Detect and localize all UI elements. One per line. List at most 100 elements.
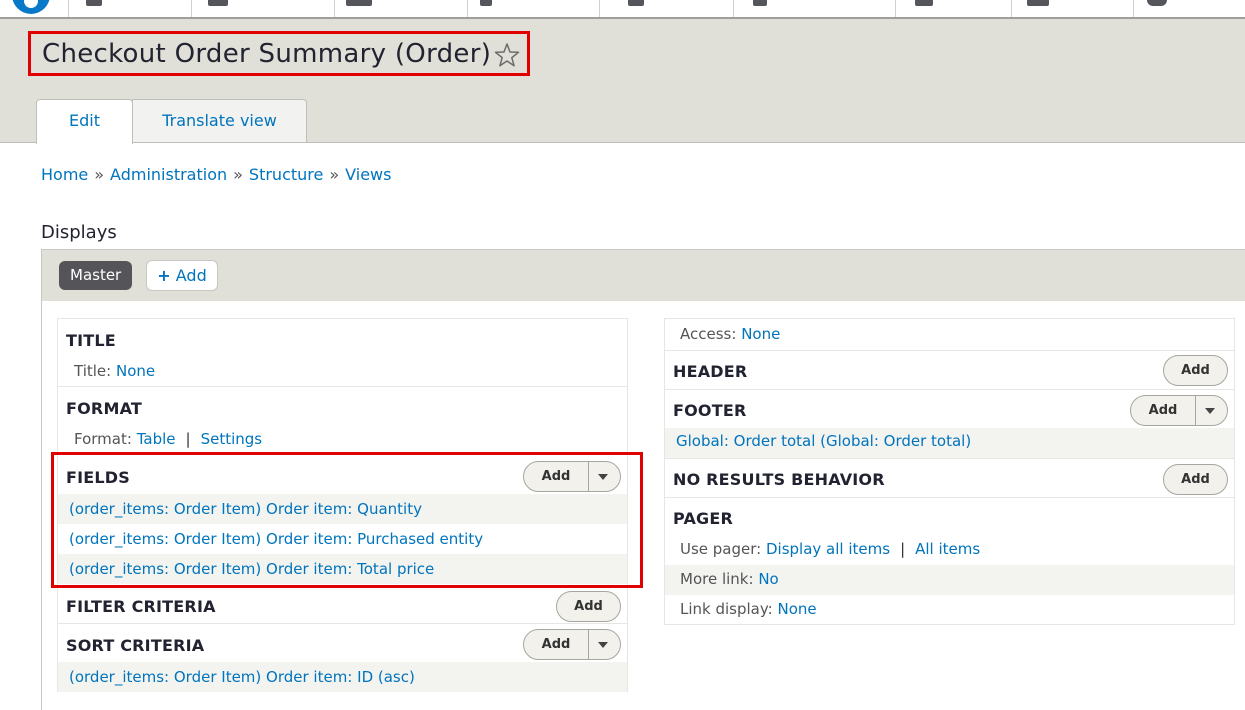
- no-results-add-button[interactable]: Add: [1163, 464, 1228, 495]
- footer-add-button[interactable]: Add: [1130, 395, 1228, 426]
- footer-link-order-total[interactable]: Global: Order total (Global: Order total…: [676, 432, 971, 450]
- pager-separator: |: [900, 540, 906, 558]
- appearance-icon[interactable]: [480, 0, 492, 6]
- page-header: Checkout Order Summary (Order) Edit Tran…: [0, 19, 1245, 144]
- format-separator: |: [185, 430, 191, 448]
- footer-add-label[interactable]: Add: [1131, 396, 1195, 425]
- toolbar-divider: [334, 0, 335, 17]
- caret-down-icon[interactable]: [598, 474, 608, 480]
- toolbar-divider: [68, 0, 69, 17]
- toolbar-divider: [191, 0, 192, 17]
- filter-section: FILTER CRITERIA Add: [58, 585, 627, 623]
- tab-translate-view[interactable]: Translate view: [132, 99, 307, 142]
- access-line: Access: None: [680, 325, 780, 343]
- breadcrumb-structure[interactable]: Structure: [249, 165, 323, 184]
- breadcrumb-separator: »: [329, 165, 340, 184]
- cart-icon[interactable]: [208, 0, 228, 6]
- fields-add-label[interactable]: Add: [524, 462, 588, 491]
- link-display-label: Link display:: [680, 600, 773, 618]
- filter-add-button[interactable]: Add: [556, 591, 621, 622]
- toolbar-divider: [1011, 0, 1012, 17]
- format-setting: Format: Table | Settings: [74, 430, 262, 448]
- no-results-section: NO RESULTS BEHAVIOR Add: [665, 458, 1234, 497]
- field-row: (order_items: Order Item) Order item: Pu…: [58, 524, 627, 554]
- sort-heading: SORT CRITERIA: [66, 636, 205, 655]
- sort-link-id[interactable]: (order_items: Order Item) Order item: ID…: [69, 668, 415, 686]
- toolbar-divider: [599, 0, 600, 17]
- extend-icon[interactable]: [628, 0, 644, 6]
- field-link-quantity[interactable]: (order_items: Order Item) Order item: Qu…: [69, 500, 422, 518]
- toolbar-divider: [1133, 0, 1134, 17]
- drupal-logo-icon[interactable]: [12, 0, 50, 14]
- header-add-button[interactable]: Add: [1163, 355, 1228, 386]
- configuration-icon[interactable]: [753, 0, 767, 6]
- fields-add-button[interactable]: Add: [523, 461, 621, 492]
- sort-add-label[interactable]: Add: [524, 630, 588, 659]
- tab-edit[interactable]: Edit: [36, 99, 133, 144]
- structure-icon[interactable]: [346, 0, 372, 6]
- caret-down-icon[interactable]: [1205, 408, 1215, 414]
- more-link-label: More link:: [680, 570, 754, 588]
- link-display-value-link[interactable]: None: [778, 600, 817, 618]
- field-link-total-price[interactable]: (order_items: Order Item) Order item: To…: [69, 560, 434, 578]
- button-divider: [588, 462, 589, 491]
- fields-heading: FIELDS: [66, 468, 131, 487]
- more-link-value-link[interactable]: No: [758, 570, 778, 588]
- star-outline-icon[interactable]: [494, 42, 520, 68]
- admin-toolbar: [0, 0, 1245, 19]
- format-section: FORMAT Format: Table | Settings: [58, 386, 627, 454]
- pager-items-link[interactable]: All items: [915, 540, 980, 558]
- pager-heading: PAGER: [673, 509, 734, 528]
- use-pager-line: Use pager: Display all items | All items: [680, 540, 980, 558]
- title-heading: TITLE: [66, 331, 116, 350]
- field-row: (order_items: Order Item) Order item: To…: [58, 554, 627, 584]
- breadcrumb: Home » Administration » Structure » Views: [41, 165, 391, 184]
- add-display-label: Add: [175, 266, 207, 285]
- access-setting: Access: None: [665, 319, 1234, 350]
- title-value-link[interactable]: None: [116, 362, 155, 380]
- header-heading: HEADER: [673, 362, 748, 381]
- title-setting: Title: None: [74, 362, 155, 380]
- breadcrumb-administration[interactable]: Administration: [110, 165, 227, 184]
- field-link-purchased-entity[interactable]: (order_items: Order Item) Order item: Pu…: [69, 530, 483, 548]
- display-tab-master[interactable]: Master: [59, 261, 133, 290]
- help-icon[interactable]: [1147, 0, 1167, 6]
- access-value-link[interactable]: None: [741, 325, 780, 343]
- fields-section-header: FIELDS Add: [58, 454, 627, 494]
- breadcrumb-separator: »: [94, 165, 105, 184]
- sort-add-button[interactable]: Add: [523, 629, 621, 660]
- toolbar-divider: [467, 0, 468, 17]
- field-row: (order_items: Order Item) Order item: Qu…: [58, 494, 627, 524]
- add-display-button[interactable]: + Add: [146, 260, 218, 291]
- breadcrumb-separator: »: [233, 165, 243, 184]
- breadcrumb-home[interactable]: Home: [41, 165, 88, 184]
- people-icon[interactable]: [915, 0, 933, 6]
- format-value-link[interactable]: Table: [137, 430, 176, 448]
- footer-row: Global: Order total (Global: Order total…: [665, 428, 1234, 458]
- pager-section-header: PAGER: [665, 497, 1234, 535]
- menu-icon[interactable]: [86, 0, 102, 6]
- toolbar-divider: [733, 0, 734, 17]
- displays-heading: Displays: [41, 222, 117, 243]
- pager-setting-row: Link display: None: [665, 595, 1234, 625]
- title-label: Title:: [74, 362, 112, 380]
- toolbar-divider: [895, 0, 896, 17]
- header-section: HEADER Add: [665, 350, 1234, 389]
- title-section: TITLE Title: None: [58, 319, 627, 386]
- pager-setting-row: Use pager: Display all items | All items: [665, 535, 1234, 565]
- pager-setting-row: More link: No: [665, 565, 1234, 595]
- use-pager-value-link[interactable]: Display all items: [766, 540, 890, 558]
- format-settings-link[interactable]: Settings: [201, 430, 263, 448]
- displays-tabs-bar: Master + Add: [41, 249, 1245, 301]
- footer-heading: FOOTER: [673, 401, 747, 420]
- format-label: Format:: [74, 430, 132, 448]
- page-title-highlight: Checkout Order Summary (Order): [28, 31, 530, 76]
- caret-down-icon[interactable]: [598, 642, 608, 648]
- reports-icon[interactable]: [1027, 0, 1049, 6]
- breadcrumb-views[interactable]: Views: [345, 165, 391, 184]
- sort-row: (order_items: Order Item) Order item: ID…: [58, 662, 627, 692]
- access-label: Access:: [680, 325, 737, 343]
- no-results-heading: NO RESULTS BEHAVIOR: [673, 470, 885, 489]
- link-display-line: Link display: None: [680, 600, 817, 618]
- format-heading: FORMAT: [66, 399, 143, 418]
